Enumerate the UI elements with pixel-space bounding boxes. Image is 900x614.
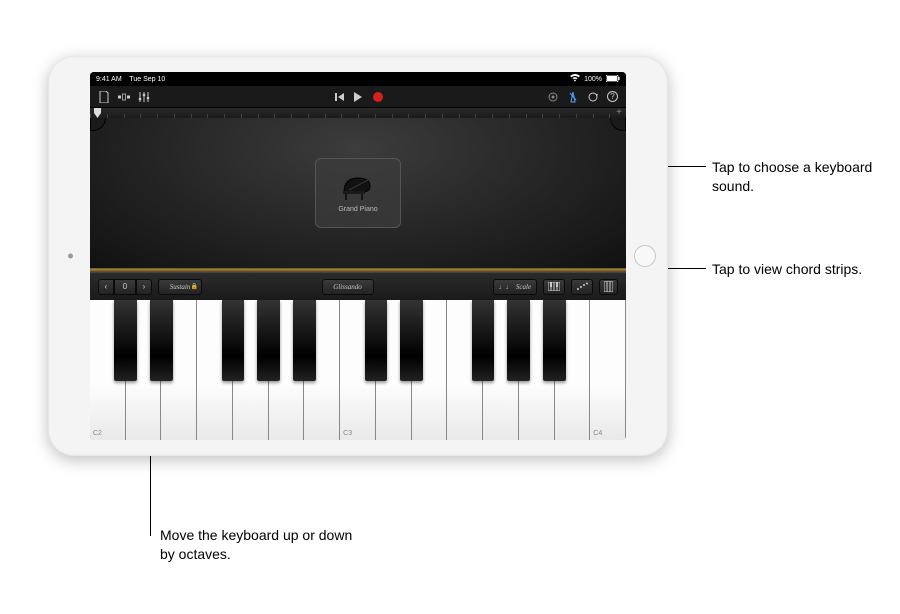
white-key[interactable] [519,300,555,440]
record-button[interactable] [372,91,384,103]
white-key[interactable] [447,300,483,440]
white-key[interactable] [126,300,162,440]
sustain-button[interactable]: Sustain 🔒 [158,279,202,295]
status-time: 9:41 AM [96,76,122,83]
note-icon: ♩♩ [499,283,513,291]
lock-icon: 🔒 [191,283,198,290]
white-key[interactable] [412,300,448,440]
timeline-ruler[interactable]: + [90,108,626,118]
status-bar: 9:41 AM Tue Sep 10 100% [90,72,626,86]
add-section-button[interactable]: + [616,107,622,118]
callout-choose-sound: Tap to choose a keyboard sound. [712,158,882,196]
instrument-sound-name: Grand Piano [338,206,377,213]
play-button[interactable] [352,91,364,103]
metronome-icon[interactable] [567,91,579,103]
octave-value-display: 0 [114,279,136,295]
master-volume-icon[interactable] [547,91,559,103]
callout-octave: Move the keyboard up or down by octaves. [160,526,370,564]
piano-keyboard[interactable]: C2 C3 C4 [90,300,626,440]
octave-down-button[interactable]: ‹ [98,279,114,295]
help-icon[interactable]: ? [607,91,618,102]
white-key[interactable] [269,300,305,440]
key-label-c4: C4 [593,430,602,437]
wifi-icon [570,74,580,84]
arpeggiator-icon [576,282,588,291]
white-key[interactable] [483,300,519,440]
chord-strips-button[interactable] [599,279,618,295]
app-toolbar: ? [90,86,626,108]
transport-controls [332,91,384,103]
status-time-date: 9:41 AM Tue Sep 10 [96,76,165,83]
white-key[interactable] [197,300,233,440]
track-controls-icon[interactable] [138,91,150,103]
sound-browser-icon[interactable] [118,91,130,103]
white-key[interactable] [376,300,412,440]
chord-strips-icon [604,281,613,292]
white-key[interactable] [233,300,269,440]
callout-chord-strips: Tap to view chord strips. [712,260,882,279]
key-label-c3: C3 [343,430,352,437]
ipad-device-frame: 9:41 AM Tue Sep 10 100% [48,56,668,456]
white-key[interactable]: C4 [590,300,626,440]
instrument-backdrop: Grand Piano [90,118,626,268]
instrument-sound-picker[interactable]: Grand Piano [315,158,401,228]
status-date: Tue Sep 10 [129,76,165,83]
octave-segmented-control: ‹ 0 › [98,279,152,295]
scale-label: Scale [516,283,531,291]
battery-percent: 100% [584,76,602,83]
white-key[interactable] [555,300,591,440]
go-to-beginning-button[interactable] [332,91,344,103]
white-key[interactable]: C3 [340,300,376,440]
keyboard-layout-button[interactable] [543,279,565,295]
new-project-icon[interactable] [98,91,110,103]
arpeggiator-button[interactable] [571,279,593,295]
scale-button[interactable]: ♩♩ Scale [493,279,537,295]
loop-settings-icon[interactable] [587,91,599,103]
home-button[interactable] [634,245,656,267]
white-key[interactable] [304,300,340,440]
front-camera [68,254,73,259]
white-key[interactable]: C2 [90,300,126,440]
white-key[interactable] [161,300,197,440]
octave-up-button[interactable]: › [136,279,152,295]
battery-icon [606,75,620,84]
glissando-button[interactable]: Glissando [322,279,374,295]
key-label-c2: C2 [93,430,102,437]
app-screen: 9:41 AM Tue Sep 10 100% [90,72,626,440]
keyboard-size-icon [548,282,560,291]
keyboard-control-strip: ‹ 0 › Sustain 🔒 Glissando ♩♩ Scale [90,272,626,300]
playhead-icon[interactable] [94,108,100,118]
sustain-label: Sustain [170,283,191,291]
grand-piano-icon [340,174,376,202]
